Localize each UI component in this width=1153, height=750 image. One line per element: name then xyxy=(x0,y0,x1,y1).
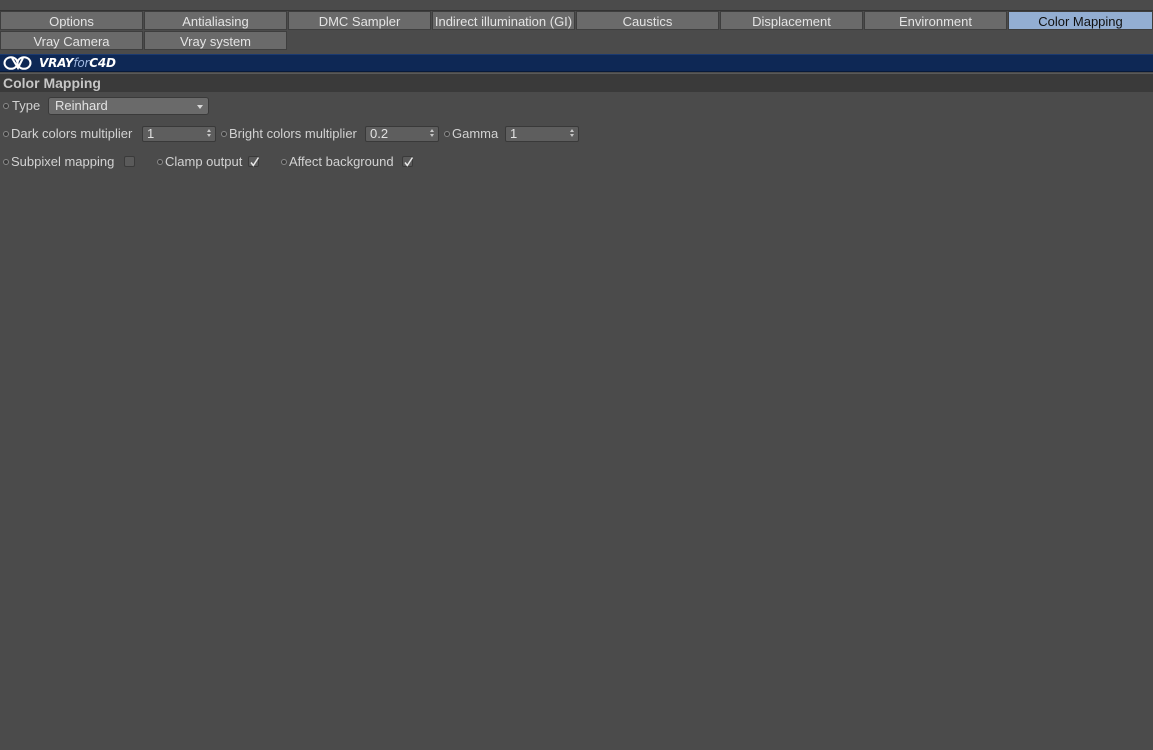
bright-mult-input[interactable]: 0.2 xyxy=(365,126,439,142)
affect-bg-label: Affect background xyxy=(289,154,394,169)
tab-antialiasing[interactable]: Antialiasing xyxy=(144,11,287,30)
tab-dmc-sampler[interactable]: DMC Sampler xyxy=(288,11,431,30)
tab-vray-camera[interactable]: Vray Camera xyxy=(0,31,143,50)
bright-mult-anim-dot[interactable] xyxy=(221,131,227,137)
clamp-checkbox[interactable] xyxy=(248,156,260,167)
type-anim-dot[interactable] xyxy=(3,103,9,109)
tab-color-mapping[interactable]: Color Mapping xyxy=(1008,11,1153,30)
affect-bg-checkbox[interactable] xyxy=(402,156,414,167)
dark-mult-label: Dark colors multiplier xyxy=(11,126,133,141)
spinner-icon[interactable] xyxy=(570,129,575,139)
subpixel-label: Subpixel mapping xyxy=(11,154,115,169)
bright-mult-label: Bright colors multiplier xyxy=(229,126,357,141)
type-dropdown-value: Reinhard xyxy=(55,98,108,113)
gamma-anim-dot[interactable] xyxy=(444,131,450,137)
vray-banner: VRAYforC4D xyxy=(0,54,1153,72)
gamma-input[interactable]: 1 xyxy=(505,126,579,142)
section-title: Color Mapping xyxy=(0,73,1153,92)
vray-logo-icon xyxy=(3,56,32,70)
bright-mult-value: 0.2 xyxy=(370,126,389,141)
tab-options[interactable]: Options xyxy=(0,11,143,30)
gamma-label: Gamma xyxy=(452,126,499,141)
tab-indirect-illumination[interactable]: Indirect illumination (GI) xyxy=(432,11,575,30)
chevron-down-icon xyxy=(197,105,203,109)
vray-logo-text: VRAYforC4D xyxy=(39,56,116,70)
checkmark-icon xyxy=(404,157,414,167)
clamp-label: Clamp output xyxy=(165,154,243,169)
tab-caustics[interactable]: Caustics xyxy=(576,11,719,30)
dark-mult-value: 1 xyxy=(147,126,155,141)
gamma-value: 1 xyxy=(510,126,518,141)
type-label: Type xyxy=(12,98,41,113)
subpixel-checkbox[interactable] xyxy=(124,156,135,167)
spinner-icon[interactable] xyxy=(430,129,435,139)
checkmark-icon xyxy=(250,157,260,167)
dark-mult-input[interactable]: 1 xyxy=(142,126,216,142)
dark-mult-anim-dot[interactable] xyxy=(3,131,9,137)
tab-vray-system[interactable]: Vray system xyxy=(144,31,287,50)
top-strip xyxy=(0,0,1153,11)
spinner-icon[interactable] xyxy=(207,129,212,139)
tab-environment[interactable]: Environment xyxy=(864,11,1007,30)
affect-bg-anim-dot[interactable] xyxy=(281,159,287,165)
subpixel-anim-dot[interactable] xyxy=(3,159,9,165)
tab-displacement[interactable]: Displacement xyxy=(720,11,863,30)
clamp-anim-dot[interactable] xyxy=(157,159,163,165)
type-dropdown[interactable]: Reinhard xyxy=(48,97,209,115)
